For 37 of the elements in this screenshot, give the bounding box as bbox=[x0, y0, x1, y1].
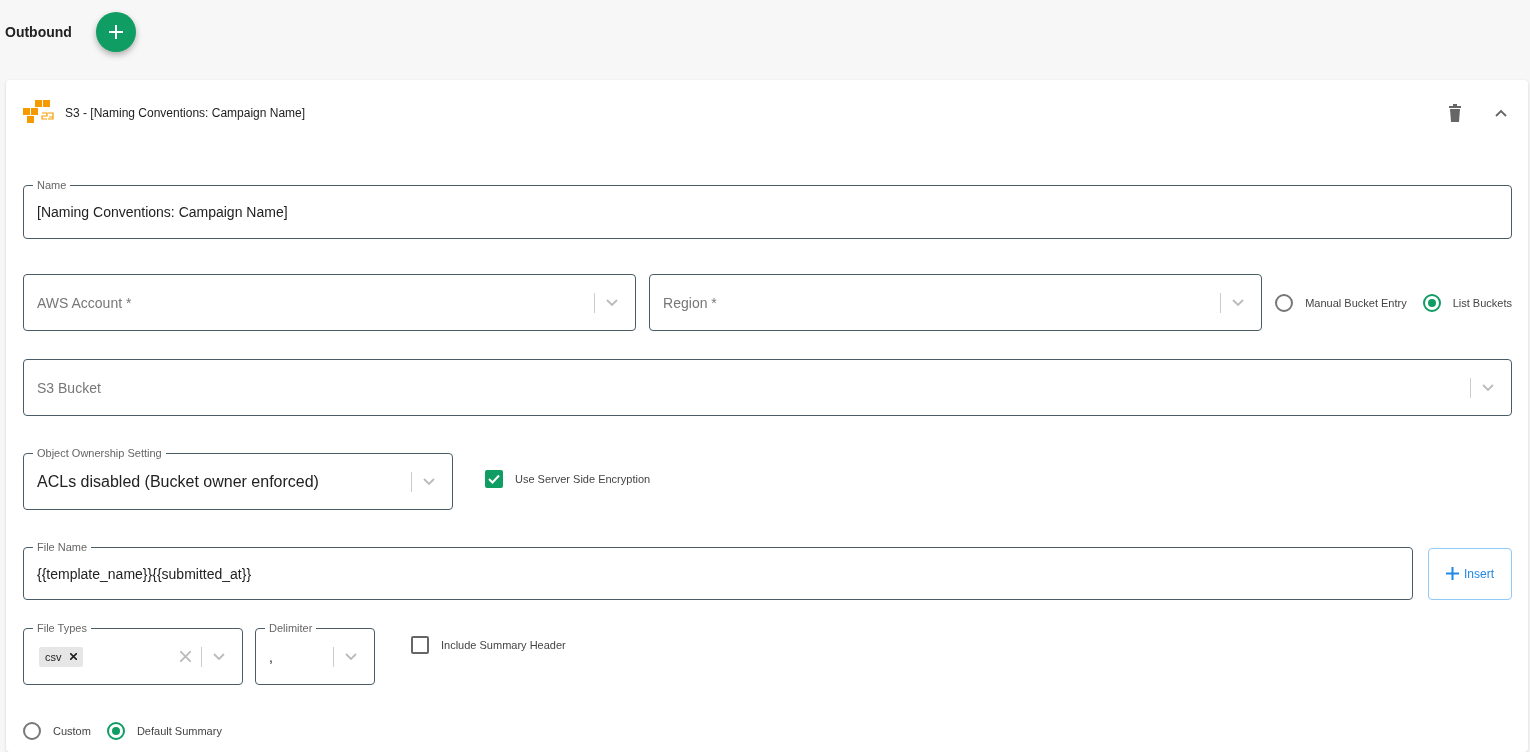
summary-header-checkbox[interactable]: Include Summary Header bbox=[411, 636, 566, 654]
plus-icon bbox=[1446, 567, 1459, 580]
add-button[interactable] bbox=[95, 12, 136, 52]
chevron-down-icon[interactable] bbox=[1231, 298, 1246, 307]
checkbox-icon[interactable] bbox=[411, 636, 429, 654]
checkbox-icon[interactable] bbox=[485, 470, 503, 488]
field-label: File Types bbox=[33, 621, 91, 635]
chevron-up-icon[interactable] bbox=[1494, 108, 1508, 118]
field-label: Delimiter bbox=[265, 621, 317, 635]
radio-icon[interactable] bbox=[106, 722, 125, 740]
file-type-tag: csv bbox=[39, 646, 83, 667]
field-label: File Name bbox=[33, 540, 92, 554]
radio-icon[interactable] bbox=[1422, 293, 1441, 312]
field-label: Name bbox=[33, 178, 71, 192]
radio-option[interactable]: List Buckets bbox=[1422, 293, 1512, 312]
chevron-down-icon[interactable] bbox=[1481, 383, 1495, 392]
plus-icon bbox=[108, 25, 123, 39]
region-select[interactable]: Region * bbox=[649, 274, 1263, 331]
encryption-checkbox[interactable]: Use Server Side Encryption bbox=[485, 470, 651, 488]
remove-icon[interactable] bbox=[69, 653, 77, 660]
radio-option[interactable]: Default Summary bbox=[106, 722, 222, 740]
cubes-icon bbox=[23, 100, 55, 126]
clear-icon[interactable] bbox=[180, 651, 191, 662]
destination-title: S3 - [Naming Conventions: Campaign Name] bbox=[65, 106, 307, 120]
chevron-down-icon[interactable] bbox=[344, 652, 358, 661]
radio-icon[interactable] bbox=[23, 722, 41, 740]
section-title: Outbound bbox=[5, 24, 72, 40]
radio-icon[interactable] bbox=[1275, 293, 1294, 312]
s3-bucket-select[interactable]: S3 Bucket bbox=[23, 359, 1512, 416]
chevron-down-icon[interactable] bbox=[605, 298, 620, 307]
radio-option[interactable]: Custom bbox=[23, 722, 91, 740]
radio-option[interactable]: Manual Bucket Entry bbox=[1275, 293, 1407, 312]
chevron-down-icon[interactable] bbox=[212, 652, 226, 661]
aws-account-select[interactable]: AWS Account * bbox=[23, 274, 637, 331]
chevron-down-icon[interactable] bbox=[422, 477, 436, 486]
field-label: Object Ownership Setting bbox=[33, 446, 166, 460]
insert-button[interactable]: Insert bbox=[1428, 547, 1512, 600]
